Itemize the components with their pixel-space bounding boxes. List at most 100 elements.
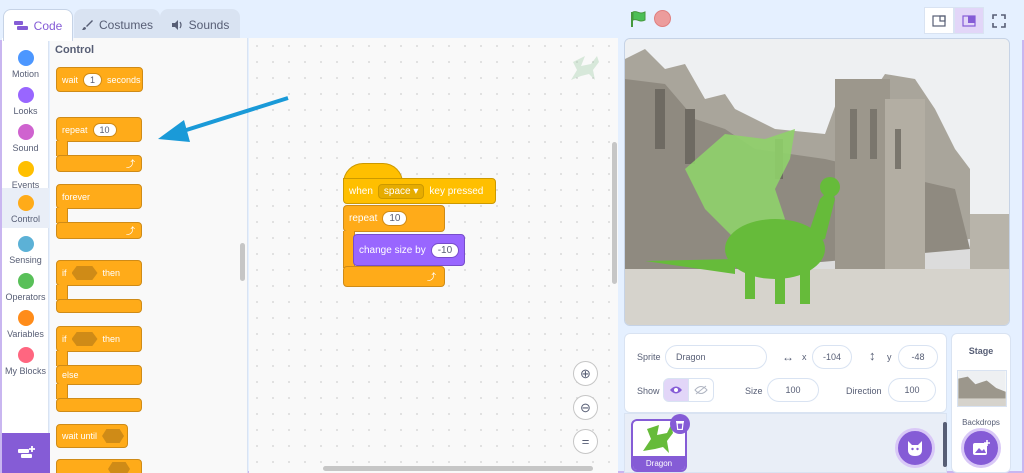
annotation-arrow-icon (158, 96, 289, 142)
key-dropdown-value: space (383, 185, 411, 197)
category-label: Sound (12, 143, 39, 153)
trash-icon (676, 420, 684, 430)
zoom-out-button[interactable]: ⊖ (573, 395, 598, 420)
repeat-block[interactable]: repeat 10 (56, 117, 142, 142)
zoom-out-icon: ⊖ (580, 399, 591, 415)
block-text: if (62, 334, 67, 344)
stop-icon[interactable] (654, 10, 671, 27)
y-field[interactable]: -48 (898, 345, 938, 369)
category-label: Control (10, 214, 40, 224)
category-motion[interactable]: Motion (2, 42, 49, 79)
block-input[interactable]: 10 (382, 211, 408, 226)
choose-sprite-button[interactable] (895, 428, 935, 468)
tab-costumes[interactable]: Costumes (74, 9, 160, 40)
else-section: else (56, 365, 142, 385)
boolean-slot[interactable] (102, 429, 125, 443)
category-label: Operators (5, 292, 46, 302)
boolean-slot[interactable] (108, 462, 130, 473)
large-stage-icon (962, 14, 976, 27)
category-dot (17, 124, 34, 140)
block-text: key pressed (429, 185, 484, 197)
category-dot (17, 87, 34, 103)
category-dot (17, 161, 34, 177)
change-size-block[interactable]: change size by -10 (353, 234, 465, 266)
brush-icon (81, 20, 93, 30)
category-events[interactable]: Events (2, 153, 49, 190)
eye-icon (670, 386, 682, 394)
category-control[interactable]: Control (2, 188, 49, 228)
fullscreen-button[interactable] (986, 7, 1012, 34)
block-text: then (102, 268, 121, 278)
small-stage-button[interactable] (924, 7, 954, 34)
category-label: Motion (11, 69, 39, 79)
category-looks[interactable]: Looks (2, 79, 49, 116)
c-block-foot (56, 398, 142, 412)
block-text: forever (62, 191, 91, 202)
x-field[interactable]: -104 (812, 345, 852, 369)
forever-block[interactable]: forever (56, 184, 142, 209)
category-operators[interactable]: Operators (2, 265, 49, 302)
c-block-foot: ⤴ (56, 155, 142, 172)
tab-code[interactable]: Code (3, 9, 73, 41)
show-visible-button[interactable] (663, 378, 689, 402)
loop-arrow-icon: ⤴ (125, 159, 135, 169)
delete-sprite-button[interactable] (670, 414, 690, 434)
category-sound[interactable]: Sound (2, 116, 49, 153)
palette-scrollbar[interactable] (240, 243, 245, 281)
block-text: wait (62, 74, 79, 85)
category-sensing[interactable]: Sensing (2, 228, 49, 265)
direction-label: Direction (846, 386, 882, 396)
backdrop-icon (973, 440, 990, 455)
cat-icon (908, 441, 922, 456)
key-dropdown[interactable]: space ▾ (377, 183, 425, 199)
block-input[interactable]: 10 (92, 122, 117, 137)
size-field[interactable]: 100 (767, 378, 819, 402)
zoom-in-button[interactable]: ⊕ (573, 361, 598, 386)
wait-seconds-block[interactable]: wait 1 seconds (56, 67, 143, 92)
block-input[interactable]: 1 (83, 72, 103, 87)
choose-backdrop-button[interactable] (961, 428, 1001, 468)
sprite-thumbnail-label: Dragon (633, 456, 685, 470)
large-stage-button[interactable] (954, 7, 984, 34)
block-text: when (349, 185, 373, 197)
sprite-name-field[interactable]: Dragon (665, 345, 767, 369)
extension-icon (18, 446, 35, 458)
if-then-block[interactable]: if then (56, 260, 142, 286)
tab-sounds[interactable]: Sounds (160, 9, 240, 40)
if-then-else-block[interactable]: if then (56, 326, 142, 352)
category-dot (17, 347, 34, 363)
tab-code-label: Code (33, 18, 63, 33)
add-extension-button[interactable] (2, 433, 50, 473)
category-menu: Motion Looks Sound Events Control Sensin… (2, 38, 49, 473)
palette-title: Control (55, 44, 95, 56)
script-area-scrollbar[interactable] (612, 142, 617, 284)
top-bar: Code Costumes Sounds (0, 0, 1024, 41)
stage-backdrop (625, 39, 1009, 325)
block-text: if (62, 268, 67, 278)
c-block-arm (56, 285, 68, 300)
category-variables[interactable]: Variables (2, 302, 49, 339)
zoom-reset-button[interactable]: = (573, 429, 598, 454)
boolean-slot[interactable] (71, 332, 98, 346)
category-label: Variables (7, 329, 44, 339)
sprite-list-scrollbar[interactable] (943, 422, 947, 467)
script-repeat-block[interactable]: repeat 10 (343, 205, 445, 232)
fullscreen-icon (992, 13, 1006, 28)
stage-canvas[interactable] (624, 38, 1010, 326)
wait-until-block[interactable]: wait until (56, 424, 128, 448)
boolean-slot[interactable] (71, 266, 98, 280)
green-flag-icon[interactable] (629, 10, 647, 28)
category-my-blocks[interactable]: My Blocks (2, 339, 49, 376)
c-block-arm (56, 141, 68, 156)
zoom-in-icon: ⊕ (580, 365, 591, 381)
when-key-pressed-hat[interactable]: when space ▾ key pressed (343, 163, 496, 204)
repeat-until-block[interactable] (56, 459, 142, 473)
direction-field[interactable]: 100 (888, 378, 936, 402)
dragon-watermark-icon (571, 56, 599, 80)
category-label: My Blocks (4, 366, 46, 376)
block-text: change size by (359, 244, 426, 256)
loop-arrow-icon: ⤴ (426, 272, 436, 282)
script-area-hscrollbar[interactable] (323, 466, 593, 471)
show-hidden-button[interactable] (688, 378, 714, 402)
block-input[interactable]: -10 (430, 242, 460, 258)
